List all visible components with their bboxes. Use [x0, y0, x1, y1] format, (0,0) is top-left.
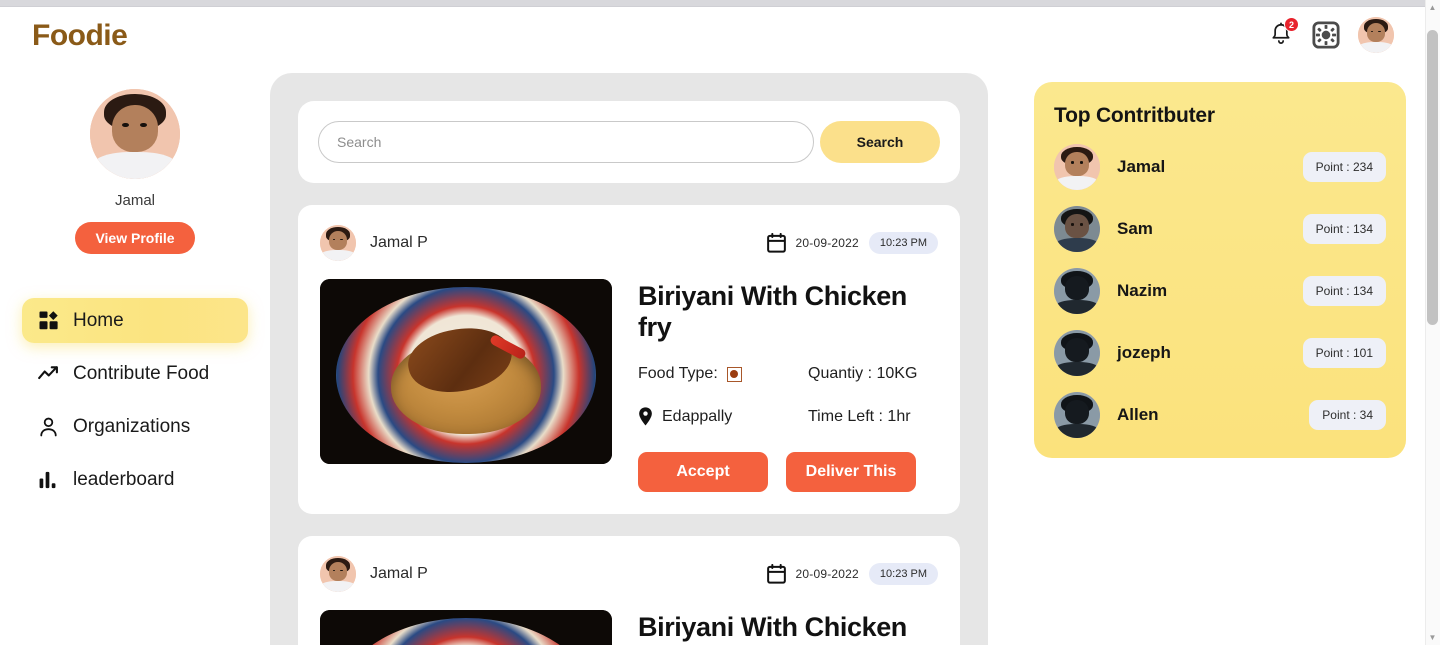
- contributor-name: jozeph: [1117, 343, 1171, 362]
- app-header: Foodie 2: [0, 7, 1424, 67]
- sidebar-item-label: leaderboard: [73, 468, 175, 490]
- time-left-row: Time Left : 1hr: [808, 408, 938, 426]
- top-contributors-panel: Top Contritbuter Jamal Point : 234 Sam P…: [1034, 82, 1406, 458]
- trending-up-icon: [38, 363, 59, 384]
- accept-button[interactable]: Accept: [638, 452, 768, 492]
- profile-avatar[interactable]: [90, 89, 180, 179]
- browser-top-strip: [0, 0, 1440, 7]
- food-image: [320, 610, 612, 645]
- post-time: 10:23 PM: [868, 232, 938, 254]
- post-body: Biriyani With Chicken fry Food Type: Qua…: [320, 610, 938, 645]
- post-meta: 20-09-2022 10:23 PM: [766, 563, 938, 585]
- sidebar-item-label: Home: [73, 309, 124, 331]
- post-title: Biriyani With Chicken fry: [638, 281, 907, 342]
- sidebar: Jamal View Profile Home Contribute Food …: [0, 67, 270, 645]
- scroll-down-arrow[interactable]: ▼: [1428, 633, 1437, 642]
- search-button[interactable]: Search: [820, 121, 940, 163]
- post-time: 10:23 PM: [868, 563, 938, 585]
- food-type-label: Food Type:: [638, 365, 718, 382]
- settings-button[interactable]: [1312, 21, 1340, 49]
- page-scrollbar[interactable]: ▲ ▼: [1425, 0, 1440, 645]
- post-card: Jamal P 20-09-2022 10:23 PM Biriyani Wit…: [298, 205, 960, 514]
- app-logo: Foodie: [32, 19, 128, 52]
- post-author-name: Jamal P: [370, 565, 428, 582]
- calendar-icon: [766, 233, 786, 253]
- deliver-this-button[interactable]: Deliver This: [786, 452, 916, 492]
- sidebar-item-home[interactable]: Home: [22, 298, 248, 343]
- feed-container: Search Jamal P 20-0: [270, 73, 988, 645]
- post-info: Biriyani With Chicken fry Food Type: Qua…: [638, 279, 938, 492]
- sidebar-item-leaderboard[interactable]: leaderboard: [22, 457, 248, 502]
- scrollbar-thumb[interactable]: [1427, 30, 1438, 325]
- avatar: [1054, 144, 1100, 190]
- profile-name: Jamal: [114, 192, 155, 209]
- post-title: Biriyani With Chicken fry: [638, 612, 907, 645]
- view-profile-button[interactable]: View Profile: [75, 222, 195, 254]
- food-image: [320, 279, 612, 464]
- post-attributes: Food Type: Quantiy : 10KG Edappally Time…: [638, 365, 938, 426]
- dashboard-icon: [38, 310, 59, 331]
- panel-title: Top Contritbuter: [1054, 104, 1215, 127]
- avatar: [1054, 206, 1100, 252]
- sidebar-item-label: Organizations: [73, 415, 191, 437]
- bar-chart-icon: [38, 469, 59, 490]
- contributor-name: Jamal: [1117, 157, 1166, 176]
- quantity-row: Quantiy : 10KG: [808, 365, 938, 383]
- contributor-name: Sam: [1117, 219, 1153, 238]
- contributor-name: Nazim: [1117, 281, 1168, 300]
- post-author[interactable]: Jamal P: [320, 225, 428, 261]
- time-left-value: Time Left : 1hr: [808, 407, 911, 425]
- post-actions: Accept Deliver This: [638, 452, 938, 492]
- gear-icon: [1312, 21, 1340, 49]
- search-input[interactable]: [318, 121, 814, 163]
- contributor-points: Point : 34: [1309, 400, 1386, 430]
- avatar: [1054, 268, 1100, 314]
- contributor-points: Point : 234: [1302, 152, 1386, 182]
- post-info: Biriyani With Chicken fry Food Type: Qua…: [638, 610, 938, 645]
- avatar: [320, 556, 356, 592]
- post-header: Jamal P 20-09-2022 10:23 PM: [320, 556, 938, 592]
- header-avatar[interactable]: [1358, 17, 1394, 53]
- post-header: Jamal P 20-09-2022 10:23 PM: [320, 225, 938, 261]
- location-value: Edappally: [662, 407, 733, 425]
- sidebar-item-label: Contribute Food: [73, 362, 210, 384]
- food-type-row: Food Type:: [638, 365, 808, 383]
- calendar-icon: [766, 564, 786, 584]
- contributor-row[interactable]: Allen Point : 34: [1054, 392, 1386, 438]
- sidebar-item-contribute-food[interactable]: Contribute Food: [22, 351, 248, 396]
- post-date: 20-09-2022: [795, 236, 859, 250]
- contributor-name: Allen: [1117, 405, 1159, 424]
- sidebar-profile: Jamal View Profile: [0, 67, 270, 254]
- contributor-row[interactable]: Nazim Point : 134: [1054, 268, 1386, 314]
- post-body: Biriyani With Chicken fry Food Type: Qua…: [320, 279, 938, 492]
- quantity-value: Quantiy : 10KG: [808, 365, 918, 382]
- post-author[interactable]: Jamal P: [320, 556, 428, 592]
- sidebar-nav: Home Contribute Food Organizations leade…: [0, 298, 270, 502]
- scroll-up-arrow[interactable]: ▲: [1428, 3, 1437, 12]
- location-row: Edappally: [638, 407, 808, 426]
- non-veg-icon: [726, 366, 742, 382]
- avatar: [320, 225, 356, 261]
- notification-badge: 2: [1284, 17, 1299, 32]
- contributor-points: Point : 134: [1302, 214, 1386, 244]
- search-card: Search: [298, 101, 960, 183]
- contributor-row[interactable]: jozeph Point : 101: [1054, 330, 1386, 376]
- sidebar-item-organizations[interactable]: Organizations: [22, 404, 248, 449]
- contributor-row[interactable]: Sam Point : 134: [1054, 206, 1386, 252]
- location-pin-icon: [639, 407, 652, 426]
- notifications-button[interactable]: 2: [1268, 17, 1299, 50]
- contributor-points: Point : 101: [1302, 338, 1386, 368]
- person-icon: [38, 416, 59, 437]
- post-author-name: Jamal P: [370, 234, 428, 251]
- post-date: 20-09-2022: [795, 567, 859, 581]
- contributor-points: Point : 134: [1302, 276, 1386, 306]
- avatar: [1054, 392, 1100, 438]
- header-actions: 2: [1268, 17, 1394, 53]
- avatar: [1054, 330, 1100, 376]
- post-meta: 20-09-2022 10:23 PM: [766, 232, 938, 254]
- post-card: Jamal P 20-09-2022 10:23 PM Biriyani Wit…: [298, 536, 960, 645]
- contributor-row[interactable]: Jamal Point : 234: [1054, 144, 1386, 190]
